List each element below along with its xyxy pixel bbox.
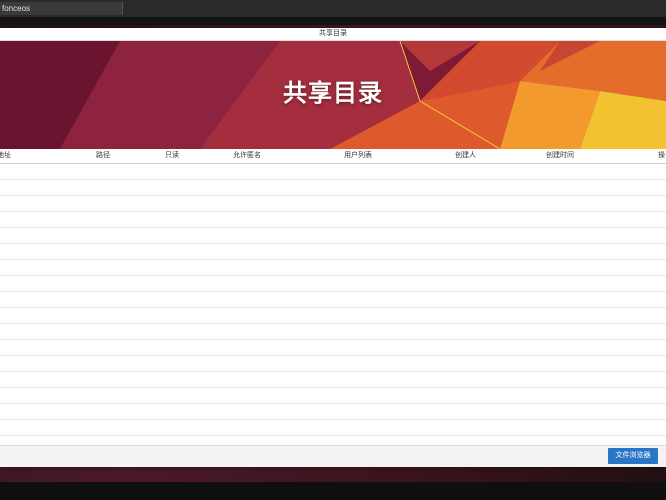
taskbar: [0, 482, 666, 500]
banner-title: 共享目录: [283, 80, 383, 107]
table-row: [0, 164, 666, 180]
browser-tab-title: fonceos: [2, 4, 31, 13]
browser-tab[interactable]: fonceos: [0, 2, 123, 15]
table-header: 地址 路径 只读 允许匿名 用户列表 创建人 创建时间 操: [0, 149, 666, 164]
column-header-user-list[interactable]: 用户列表: [344, 149, 372, 163]
file-browser-button[interactable]: 文件浏览器: [608, 448, 658, 464]
table-body: [0, 164, 666, 436]
table-row: [0, 292, 666, 308]
table-row: [0, 420, 666, 436]
column-header-readonly[interactable]: 只读: [165, 149, 179, 163]
column-header-path[interactable]: 路径: [96, 149, 110, 163]
window-footer: 文件浏览器: [0, 445, 666, 467]
window-title: 共享目录: [0, 28, 666, 41]
browser-topbar: fonceos: [0, 0, 666, 25]
table-row: [0, 276, 666, 292]
table-row: [0, 356, 666, 372]
table-row: [0, 308, 666, 324]
column-header-creator[interactable]: 创建人: [455, 149, 476, 163]
table-row: [0, 196, 666, 212]
table-row: [0, 404, 666, 420]
table-row: [0, 340, 666, 356]
table-row: [0, 244, 666, 260]
table-row: [0, 260, 666, 276]
shared-directory-window: 共享目录 共享目录 地址 路径 只读 允许匿名 用户列表 创建人 创建时间 操 …: [0, 28, 666, 467]
screen: fonceos 共享目录 共享目录 地址 路径 只读 允许匿名 用户列表 创建人…: [0, 0, 666, 500]
banner: 共享目录: [0, 41, 666, 149]
table-row: [0, 228, 666, 244]
column-header-actions[interactable]: 操: [658, 149, 665, 163]
table-row: [0, 388, 666, 404]
column-header-anonymous[interactable]: 允许匿名: [233, 149, 261, 163]
column-header-address[interactable]: 地址: [0, 149, 11, 163]
column-header-created-time[interactable]: 创建时间: [546, 149, 574, 163]
table-row: [0, 212, 666, 228]
shares-table: 地址 路径 只读 允许匿名 用户列表 创建人 创建时间 操: [0, 149, 666, 445]
table-row: [0, 180, 666, 196]
table-row: [0, 372, 666, 388]
address-strip: [0, 17, 666, 25]
table-row: [0, 324, 666, 340]
